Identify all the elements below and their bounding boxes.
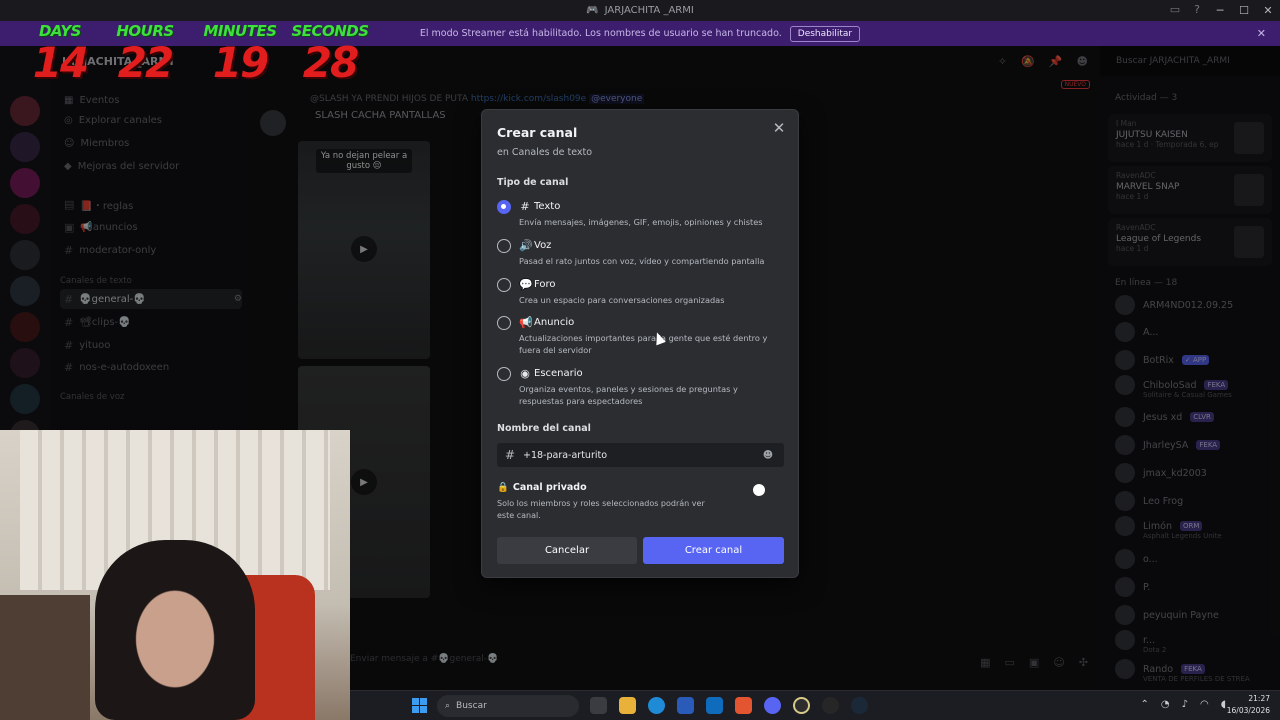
wifi-icon[interactable]: ◠	[1200, 699, 1209, 710]
radio-announcement[interactable]	[497, 316, 511, 330]
toggle-knob	[753, 484, 765, 496]
channel-name-label: Nombre del canal	[497, 423, 591, 434]
megaphone-icon: 📢	[519, 316, 533, 329]
network-icon[interactable]: ◔	[1161, 699, 1170, 710]
channel-name-field[interactable]: # ☻	[497, 443, 784, 467]
stage-icon: ◉	[520, 367, 530, 380]
screen: 🎮 JARJACHITA _ARMI ▭ ? ─ ☐ ✕ El modo Str…	[0, 0, 1280, 720]
countdown-seconds: SECONDS 28	[291, 22, 369, 87]
outlook-icon[interactable]	[706, 697, 723, 714]
window-titlebar: 🎮 JARJACHITA _ARMI ▭ ? ─ ☐ ✕	[0, 0, 1280, 21]
webcam-background	[0, 595, 90, 720]
hash-icon: #	[505, 448, 516, 462]
cancel-button[interactable]: Cancelar	[497, 537, 637, 564]
brave-icon[interactable]	[735, 697, 752, 714]
countdown-overlay: DAYS 14 HOURS 22 MINUTES 19 SECONDS 28	[0, 22, 370, 92]
edge-icon[interactable]	[648, 697, 665, 714]
hash-icon: #	[520, 200, 530, 213]
search-icon: ⌕	[445, 701, 451, 711]
chevron-up-icon[interactable]: ⌃	[1140, 699, 1148, 710]
store-icon[interactable]	[677, 697, 694, 714]
countdown-hours: HOURS 22	[116, 22, 174, 87]
webcam-feed	[0, 430, 350, 720]
private-channel-desc: Solo los miembros y roles seleccionados …	[497, 499, 705, 520]
obs-icon[interactable]	[822, 697, 839, 714]
close-icon[interactable]: ✕	[771, 120, 787, 136]
webcam-person	[95, 540, 255, 720]
countdown-minutes: MINUTES 19	[203, 22, 277, 87]
discord-taskbar-icon[interactable]	[764, 697, 781, 714]
help-icon[interactable]: ?	[1194, 3, 1200, 16]
disable-streamer-button[interactable]: Deshabilitar	[789, 25, 861, 42]
speaker-icon: 🔊	[519, 239, 533, 252]
minimize-button[interactable]: ─	[1208, 0, 1232, 21]
window-title: 🎮 JARJACHITA _ARMI	[586, 5, 694, 16]
radio-stage[interactable]	[497, 367, 511, 381]
forum-icon: 💬	[519, 278, 533, 291]
create-channel-button[interactable]: Crear canal	[643, 537, 784, 564]
system-tray: ⌃ ◔ ♪ ◠ ◖	[1140, 699, 1226, 710]
private-channel-toggle[interactable]	[753, 483, 784, 497]
windows-taskbar: ⌕ Buscar ⌃ ◔ ♪ ◠ ◖ 21:27 16/03/2026	[350, 690, 1280, 720]
create-channel-modal: Crear canal en Canales de texto ✕ Tipo d…	[481, 109, 799, 578]
steam-icon[interactable]	[851, 697, 868, 714]
windows-start-icon[interactable]	[412, 698, 427, 713]
countdown-days: DAYS 14	[32, 22, 89, 87]
close-banner-icon[interactable]: ✕	[1257, 27, 1266, 40]
close-window-button[interactable]: ✕	[1256, 0, 1280, 21]
task-view-icon[interactable]	[590, 697, 607, 714]
lock-icon: 🔒	[497, 482, 509, 493]
file-explorer-icon[interactable]	[619, 697, 636, 714]
taskbar-clock[interactable]: 21:27 16/03/2026	[1227, 693, 1270, 717]
microphone-icon[interactable]: ♪	[1182, 699, 1188, 710]
radio-text[interactable]	[497, 200, 511, 214]
channel-type-label: Tipo de canal	[497, 177, 569, 188]
volume-icon[interactable]: ◖	[1221, 699, 1226, 710]
discord-icon: 🎮	[586, 5, 599, 16]
titlebar-tools: ▭ ?	[1170, 3, 1200, 16]
private-channel-label: 🔒 Canal privado	[497, 482, 587, 493]
radio-voice[interactable]	[497, 239, 511, 253]
app-icon[interactable]	[793, 697, 810, 714]
modal-title: Crear canal	[497, 125, 578, 140]
emoji-picker-icon[interactable]: ☻	[758, 450, 778, 461]
modal-subtitle: en Canales de texto	[497, 147, 593, 158]
channel-name-input[interactable]	[523, 449, 758, 461]
maximize-button[interactable]: ☐	[1232, 0, 1256, 21]
window-controls: ─ ☐ ✕	[1208, 0, 1280, 21]
inbox-icon[interactable]: ▭	[1170, 3, 1180, 16]
radio-forum[interactable]	[497, 278, 511, 292]
banner-text: El modo Streamer está habilitado. Los no…	[419, 28, 782, 39]
taskbar-search[interactable]: ⌕ Buscar	[437, 695, 579, 717]
